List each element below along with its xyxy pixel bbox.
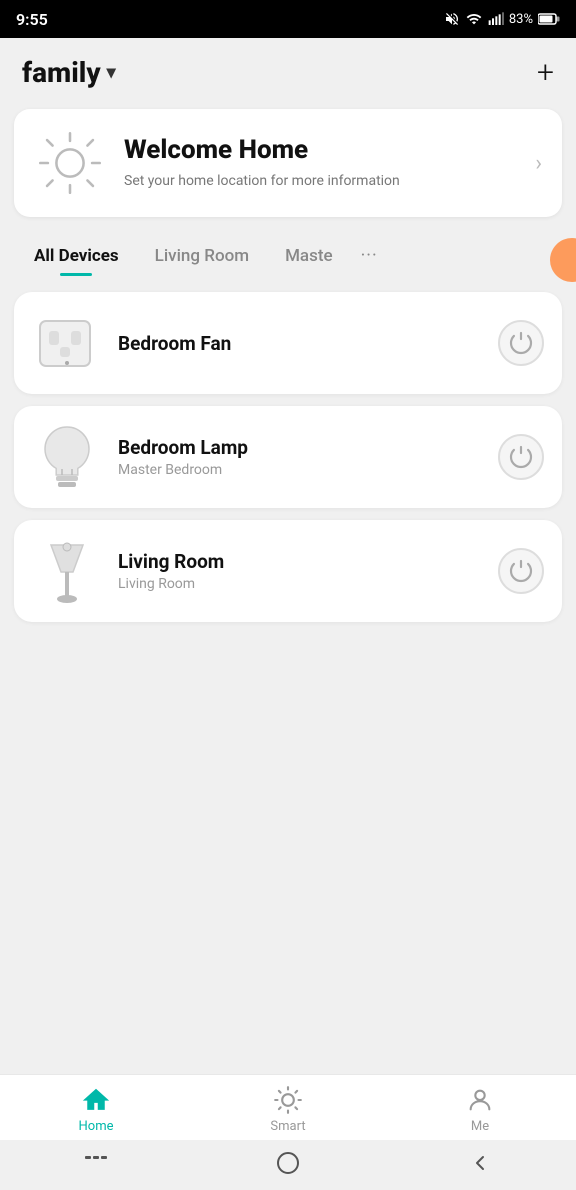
tab-living-room[interactable]: Living Room xyxy=(137,236,267,280)
device-card-bedroom-fan[interactable]: Bedroom Fan xyxy=(14,292,562,394)
welcome-title: Welcome Home xyxy=(124,135,517,166)
welcome-subtitle: Set your home location for more informat… xyxy=(124,172,517,192)
orange-indicator xyxy=(550,238,576,282)
wifi-icon xyxy=(465,11,483,27)
power-button-living-room[interactable] xyxy=(498,548,544,594)
android-menu-button[interactable] xyxy=(76,1150,116,1176)
device-icon-lamp xyxy=(32,536,102,606)
status-time: 9:55 xyxy=(16,10,48,29)
power-button-bedroom-lamp[interactable] xyxy=(498,434,544,480)
battery-icon xyxy=(538,13,560,25)
power-button-bedroom-fan[interactable] xyxy=(498,320,544,366)
spacer xyxy=(0,852,576,1074)
header: family ▾ + xyxy=(0,38,576,101)
device-location-bedroom-lamp: Master Bedroom xyxy=(118,462,482,478)
device-icon-bulb xyxy=(32,422,102,492)
android-nav xyxy=(0,1140,576,1190)
nav-me[interactable]: Me xyxy=(440,1085,520,1134)
signal-icon xyxy=(488,11,504,27)
nav-home[interactable]: Home xyxy=(56,1085,136,1134)
welcome-card[interactable]: Welcome Home Set your home location for … xyxy=(14,109,562,217)
welcome-chevron-icon: › xyxy=(535,151,542,176)
bottom-nav: Home Smart Me xyxy=(0,1074,576,1140)
mute-icon xyxy=(444,11,460,27)
home-icon xyxy=(81,1085,111,1115)
chevron-down-icon: ▾ xyxy=(107,62,116,83)
tab-more-button[interactable]: ··· xyxy=(351,235,388,280)
family-selector[interactable]: family ▾ xyxy=(22,56,116,89)
status-bar: 9:55 83% xyxy=(0,0,576,38)
tab-master[interactable]: Maste xyxy=(267,236,351,280)
device-info-bedroom-fan: Bedroom Fan xyxy=(118,332,482,355)
device-card-bedroom-lamp[interactable]: Bedroom Lamp Master Bedroom xyxy=(14,406,562,508)
battery-text: 83% xyxy=(509,12,533,27)
me-icon xyxy=(465,1085,495,1115)
status-icons: 83% xyxy=(444,11,560,27)
nav-me-label: Me xyxy=(471,1119,489,1134)
android-back-button[interactable] xyxy=(460,1150,500,1176)
devices-list: Bedroom Fan Bedroom Lamp xyxy=(0,284,576,852)
device-name-living-room: Living Room xyxy=(118,550,482,573)
tab-all-devices[interactable]: All Devices xyxy=(16,236,137,280)
family-label: family xyxy=(22,56,101,89)
device-name-bedroom-fan: Bedroom Fan xyxy=(118,332,482,355)
add-button[interactable]: + xyxy=(537,58,554,88)
sun-icon xyxy=(34,127,106,199)
device-info-living-room: Living Room Living Room xyxy=(118,550,482,592)
welcome-text: Welcome Home Set your home location for … xyxy=(124,135,517,192)
nav-smart[interactable]: Smart xyxy=(248,1085,328,1134)
nav-home-label: Home xyxy=(79,1119,114,1134)
device-name-bedroom-lamp: Bedroom Lamp xyxy=(118,436,482,459)
tabs-row: All Devices Living Room Maste ··· xyxy=(0,235,576,284)
nav-smart-label: Smart xyxy=(270,1119,305,1134)
device-icon-outlet xyxy=(32,308,102,378)
smart-icon xyxy=(273,1085,303,1115)
device-info-bedroom-lamp: Bedroom Lamp Master Bedroom xyxy=(118,436,482,478)
device-card-living-room[interactable]: Living Room Living Room xyxy=(14,520,562,622)
tabs-container: All Devices Living Room Maste ··· xyxy=(0,235,404,280)
android-home-button[interactable] xyxy=(268,1150,308,1176)
device-location-living-room: Living Room xyxy=(118,576,482,592)
